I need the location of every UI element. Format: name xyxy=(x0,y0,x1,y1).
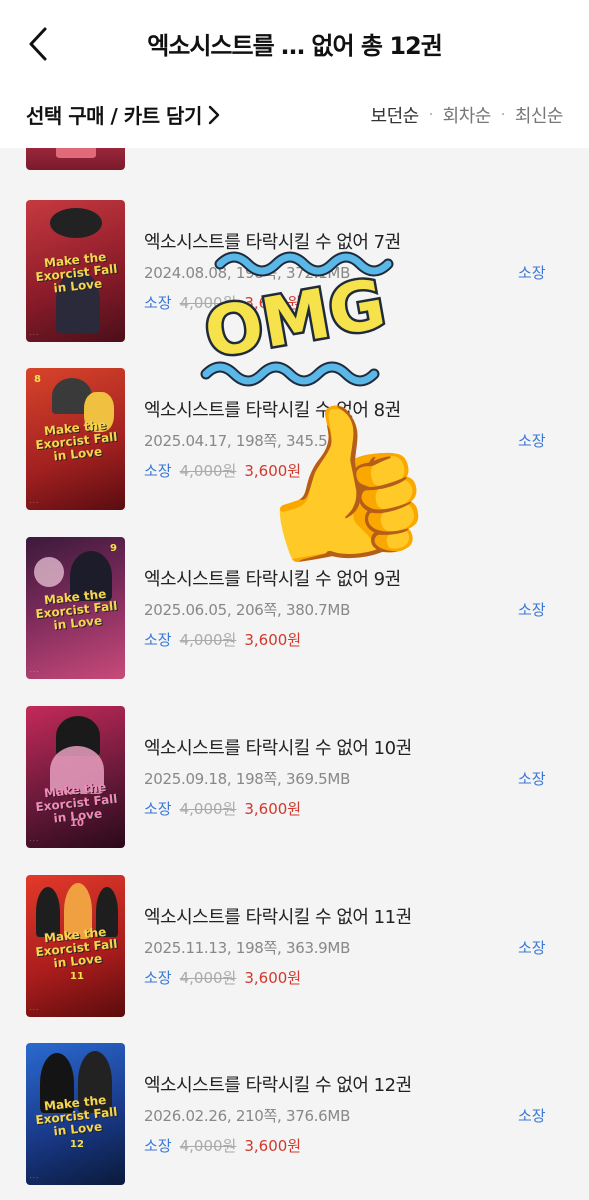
cover-credit: · · · xyxy=(30,1007,38,1013)
book-cover[interactable]: 8 Make the Exorcist Fall in Love · · · xyxy=(26,368,125,510)
own-button[interactable]: 소장 xyxy=(518,768,546,789)
cover-credit: · · · xyxy=(30,1175,38,1181)
cover-volume: 9 xyxy=(110,543,117,554)
cover-credit: · · · xyxy=(30,838,38,844)
item-meta: 2026.02.26, 210쪽, 376.6MB xyxy=(144,1107,351,1125)
thumbs-up-icon: 👍 xyxy=(231,378,451,588)
own-tag: 소장 xyxy=(144,294,172,312)
chevron-left-icon xyxy=(29,27,47,61)
page-title: 엑소시스트를 … 없어 총 12권 xyxy=(147,32,443,60)
item-title: 엑소시스트를 타락시킬 수 없어 10권 xyxy=(144,738,412,759)
sort-option-episode[interactable]: 회차순 xyxy=(443,102,492,128)
price-sale: 3,600원 xyxy=(244,631,302,649)
page: 엑소시스트를 … 없어 총 12권 선택 구매 / 카트 담기 보던순 · 회차… xyxy=(0,0,589,1200)
cover-figure xyxy=(50,208,102,238)
cover-volume: 10 xyxy=(70,818,84,829)
own-button[interactable]: 소장 xyxy=(518,1105,546,1126)
cover-volume: 8 xyxy=(34,374,41,385)
book-cover[interactable]: Make the Exorcist Fall in Love 11 · · · xyxy=(26,875,125,1017)
own-button[interactable]: 소장 xyxy=(518,937,546,958)
item-price: 소장 4,000원 3,600원 xyxy=(144,629,301,650)
omg-text: OMG xyxy=(199,265,391,374)
book-cover[interactable]: Make the Exorcist Fall in Love · · · xyxy=(26,200,125,342)
separator-dot: · xyxy=(500,107,505,123)
item-price: 소장 4,000원 3,600원 xyxy=(144,1135,301,1156)
cover-credit: · · · xyxy=(30,669,38,675)
item-title: 엑소시스트를 타락시킬 수 없어 11권 xyxy=(144,907,412,928)
sort-option-newest[interactable]: 최신순 xyxy=(515,102,564,128)
select-buy-cart-button[interactable]: 선택 구매 / 카트 담기 xyxy=(26,100,220,129)
cover-title: Make the Exorcist Fall in Love xyxy=(34,249,119,296)
price-original: 4,000원 xyxy=(179,1137,237,1155)
cover-title: Make the Exorcist Fall in Love xyxy=(34,924,119,971)
price-sale: 3,600원 xyxy=(244,969,302,987)
own-tag: 소장 xyxy=(144,631,172,649)
sort-options: 보던순 · 회차순 · 최신순 xyxy=(371,102,564,128)
cover-title: Make the Exorcist Fall in Love xyxy=(34,586,119,633)
top-bar: 엑소시스트를 … 없어 총 12권 선택 구매 / 카트 담기 보던순 · 회차… xyxy=(0,0,589,148)
price-sale: 3,600원 xyxy=(244,800,302,818)
omg-sticker-graphic: OMG xyxy=(196,251,394,387)
item-price: 소장 4,000원 3,600원 xyxy=(144,798,301,819)
cover-title: Make the Exorcist Fall in Love xyxy=(34,417,119,464)
own-button[interactable]: 소장 xyxy=(518,430,546,451)
item-meta: 2025.11.13, 198쪽, 363.9MB xyxy=(144,939,351,957)
cover-volume: 12 xyxy=(70,1139,84,1150)
own-tag: 소장 xyxy=(144,969,172,987)
price-original: 4,000원 xyxy=(179,631,237,649)
own-button[interactable]: 소장 xyxy=(518,262,546,283)
separator-dot: · xyxy=(428,107,433,123)
omg-sticker: OMG xyxy=(180,224,410,394)
price-original: 4,000원 xyxy=(179,462,237,480)
price-original: 4,000원 xyxy=(179,800,237,818)
price-original: 4,000원 xyxy=(179,969,237,987)
cover-title: Make the Exorcist Fall in Love xyxy=(34,1092,119,1139)
item-title: 엑소시스트를 타락시킬 수 없어 12권 xyxy=(144,1075,412,1096)
book-cover[interactable]: Make the Exorcist Fall in Love 10 · · · xyxy=(26,706,125,848)
sort-option-recent-read[interactable]: 보던순 xyxy=(371,102,420,128)
item-meta: 2025.06.05, 206쪽, 380.7MB xyxy=(144,601,351,619)
book-cover[interactable]: Make the Exorcist Fall in Love 12 · · · xyxy=(26,1043,125,1185)
item-price: 소장 4,000원 3,600원 xyxy=(144,967,301,988)
cover-volume: 11 xyxy=(70,971,84,982)
own-button[interactable]: 소장 xyxy=(518,599,546,620)
item-meta: 2025.09.18, 198쪽, 369.5MB xyxy=(144,770,351,788)
own-tag: 소장 xyxy=(144,462,172,480)
select-buy-label: 선택 구매 / 카트 담기 xyxy=(26,104,202,128)
chevron-right-icon xyxy=(208,105,220,124)
own-tag: 소장 xyxy=(144,800,172,818)
list-toolbar: 선택 구매 / 카트 담기 보던순 · 회차순 · 최신순 xyxy=(0,96,589,136)
cover-credit: · · · xyxy=(30,500,38,506)
cover-figure xyxy=(34,557,64,587)
cover-credit: · · · xyxy=(30,332,38,338)
price-sale: 3,600원 xyxy=(244,1137,302,1155)
book-cover[interactable]: 9 Make the Exorcist Fall in Love · · · xyxy=(26,537,125,679)
own-tag: 소장 xyxy=(144,1137,172,1155)
back-button[interactable] xyxy=(18,22,58,66)
